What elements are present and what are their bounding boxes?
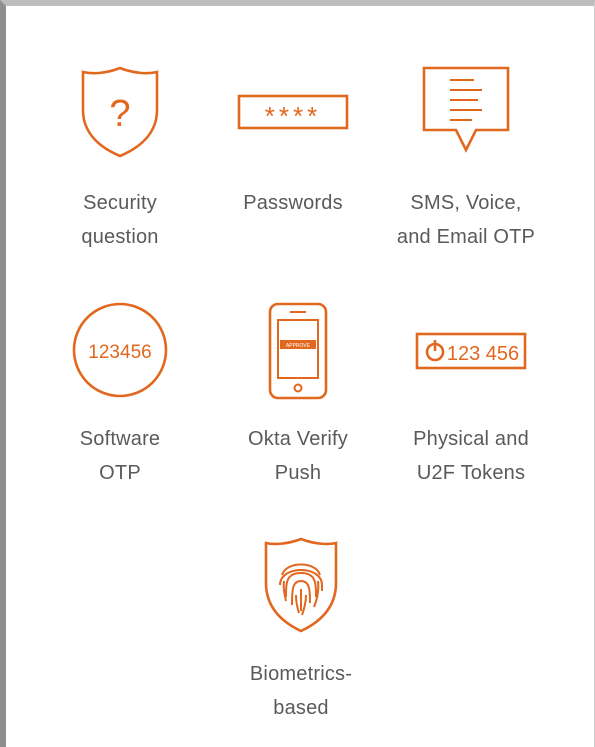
password-field-icon: **** bbox=[237, 94, 349, 131]
message-bubble-icon bbox=[422, 66, 510, 153]
factor-label: Passwords bbox=[243, 192, 343, 214]
shield-question-icon: ? bbox=[81, 66, 159, 158]
fingerprint-shield-icon bbox=[264, 537, 338, 633]
svg-text:****: **** bbox=[265, 101, 321, 131]
factor-okta-verify-push: APPROVE Okta Verify Push bbox=[208, 300, 388, 490]
factor-label: Software OTP bbox=[79, 428, 161, 484]
factor-label: Okta Verify Push bbox=[247, 428, 348, 484]
factor-biometrics: Biometrics- based bbox=[211, 535, 391, 725]
factor-sms-voice-email-otp: SMS, Voice, and Email OTP bbox=[376, 62, 556, 254]
hardware-token-icon: 123 456 bbox=[415, 332, 527, 370]
factor-label: Biometrics- based bbox=[249, 663, 353, 719]
svg-text:?: ? bbox=[109, 93, 130, 135]
factor-label: SMS, Voice, and Email OTP bbox=[396, 192, 536, 248]
factor-security-question: ? Security question bbox=[30, 62, 210, 254]
factor-passwords: **** Passwords bbox=[203, 62, 383, 220]
factor-software-otp: 123456 Software OTP bbox=[30, 300, 210, 490]
factor-label: Physical and U2F Tokens bbox=[413, 428, 529, 484]
factor-label: Security question bbox=[81, 192, 159, 248]
svg-text:APPROVE: APPROVE bbox=[286, 343, 311, 349]
factor-physical-u2f-tokens: 123 456 Physical and U2F Tokens bbox=[381, 300, 561, 490]
svg-text:123456: 123456 bbox=[88, 342, 151, 363]
phone-push-icon: APPROVE bbox=[268, 302, 328, 400]
software-otp-circle-icon: 123456 bbox=[72, 302, 168, 398]
factor-grid: ? Security question **** Passwords SMS, … bbox=[0, 0, 595, 747]
svg-text:123 456: 123 456 bbox=[447, 343, 519, 365]
